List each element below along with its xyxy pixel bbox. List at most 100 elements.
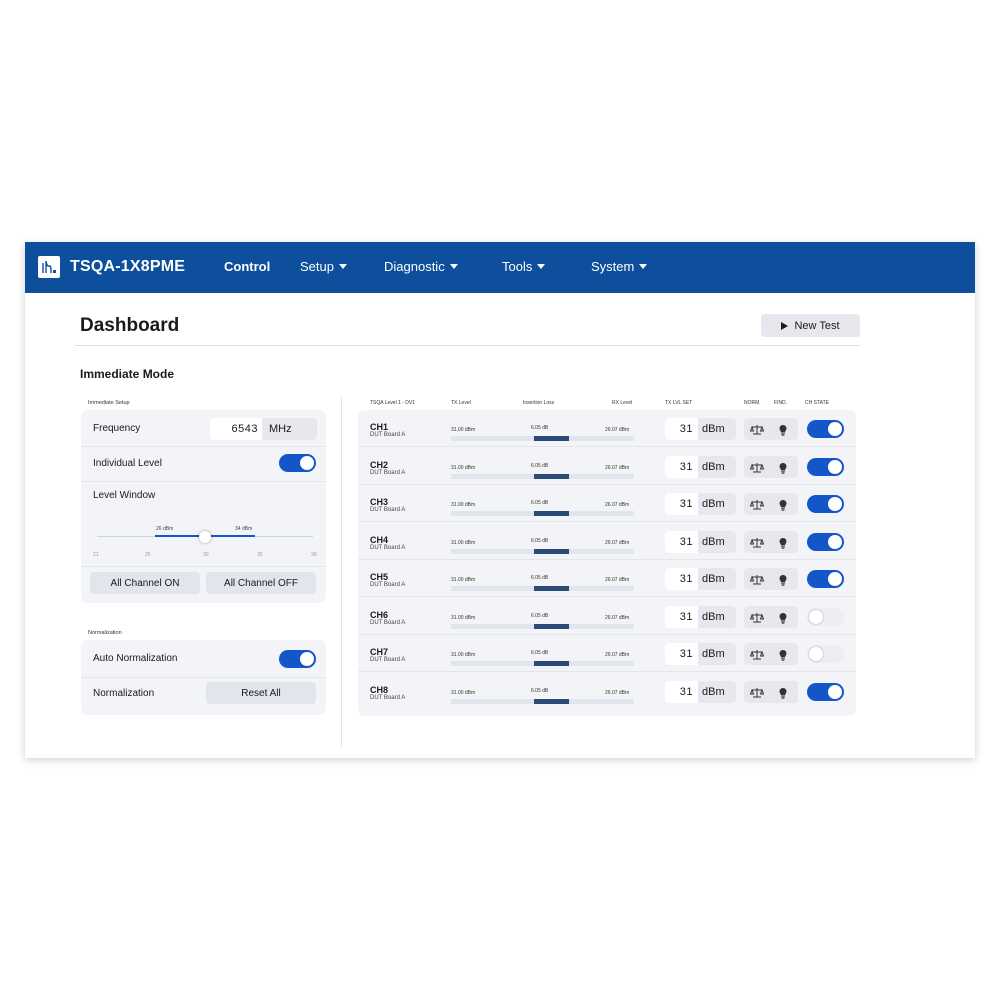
chevron-down-icon	[537, 264, 546, 269]
tx-level-set-value[interactable]: 31	[665, 455, 698, 478]
tx-level-set-input[interactable]: 31 dBm	[665, 680, 736, 703]
insertion-loss-value: 6.05 dB	[531, 425, 549, 431]
divider	[81, 446, 326, 447]
tx-level-set-value[interactable]: 31	[665, 680, 698, 703]
frequency-input[interactable]: 6543 MHz	[210, 418, 317, 440]
lightbulb-icon[interactable]	[778, 461, 788, 479]
rx-level-value: 26.07 dBm	[605, 577, 630, 583]
insertion-loss-bar	[534, 473, 569, 479]
top-navbar: TSQA-1X8PME Control Setup Diagnostic Too…	[25, 242, 975, 293]
balance-scale-icon[interactable]	[749, 573, 765, 591]
channel-state-toggle[interactable]	[807, 457, 844, 476]
channel-state-toggle[interactable]	[807, 570, 844, 588]
level-bar-track	[451, 661, 634, 666]
level-window-low-value: 26 dBm	[156, 526, 174, 532]
rx-level-value: 26.07 dBm	[605, 502, 630, 508]
tx-level-set-unit: dBm	[702, 685, 725, 698]
toggle-knob	[828, 497, 842, 511]
channel-dut: DUT Board A	[370, 657, 406, 663]
nav-tools[interactable]: Tools	[502, 259, 546, 274]
insertion-loss-value: 6.05 dB	[531, 612, 549, 619]
nav-system[interactable]: System	[591, 259, 648, 274]
channel-name: CH6	[370, 609, 389, 620]
rx-level-value: 26.07 dBm	[605, 464, 630, 471]
channel-state-toggle[interactable]	[807, 495, 844, 513]
tx-level-set-input[interactable]: 31 dBm	[665, 568, 736, 590]
level-window-slider-thumb[interactable]	[199, 531, 211, 543]
individual-level-toggle[interactable]	[279, 454, 316, 472]
toggle-knob	[300, 652, 314, 666]
balance-scale-icon[interactable]	[749, 686, 765, 704]
lightbulb-icon[interactable]	[778, 686, 788, 704]
frequency-unit: MHz	[269, 423, 292, 435]
lightbulb-icon[interactable]	[778, 498, 788, 516]
frequency-value[interactable]: 6543	[210, 418, 262, 440]
balance-scale-icon[interactable]	[749, 461, 765, 479]
auto-normalization-toggle[interactable]	[279, 650, 316, 668]
tx-level-set-input[interactable]: 31 dBm	[665, 643, 736, 665]
balance-scale-icon[interactable]	[749, 498, 765, 516]
nav-setup[interactable]: Setup	[300, 259, 347, 274]
tx-level-set-unit: dBm	[702, 423, 725, 435]
all-channel-on-button[interactable]: All Channel ON	[90, 572, 200, 594]
all-channel-off-button[interactable]: All Channel OFF	[206, 572, 316, 594]
tx-level-set-input[interactable]: 31 dBm	[665, 530, 736, 553]
balance-scale-icon[interactable]	[749, 611, 765, 629]
insertion-loss-bar	[534, 548, 569, 554]
new-test-button[interactable]: New Test	[761, 314, 860, 337]
tx-level-set-value[interactable]: 31	[665, 643, 698, 665]
lightbulb-icon[interactable]	[778, 423, 788, 441]
channel-state-toggle[interactable]	[807, 607, 844, 626]
channel-row: CH3 DUT Board A 31.00 dBm 6.05 dB 26.07 dBm 3…	[358, 485, 856, 522]
channel-row: CH6 DUT Board A 31.00 dBm 6.05 dB 26.07 dBm 3…	[358, 598, 856, 635]
rx-level-value: 26.07 dBm	[605, 539, 630, 546]
tx-level-set-input[interactable]: 31 dBm	[665, 493, 736, 515]
tx-level-value: 31.00 dBm	[451, 614, 476, 621]
tx-level-set-input[interactable]: 31 dBm	[665, 605, 736, 628]
channel-state-toggle[interactable]	[807, 532, 844, 551]
level-window-label: Level Window	[93, 490, 156, 501]
channel-state-toggle[interactable]	[807, 645, 844, 663]
tx-level-set-unit: dBm	[702, 535, 725, 548]
balance-scale-icon[interactable]	[749, 423, 765, 441]
nav-control[interactable]: Control	[224, 259, 270, 274]
tx-level-set-unit: dBm	[702, 498, 725, 510]
rx-level-value: 26.07 dBm	[605, 689, 630, 696]
nav-setup-label: Setup	[300, 259, 334, 274]
insertion-loss-bar	[534, 436, 569, 441]
lightbulb-icon[interactable]	[778, 648, 788, 666]
channel-state-toggle[interactable]	[807, 420, 844, 438]
frequency-label: Frequency	[93, 423, 141, 434]
insertion-loss-value: 6.05 dB	[531, 575, 549, 581]
tx-level-set-value[interactable]: 31	[665, 530, 698, 553]
lightbulb-icon[interactable]	[778, 573, 788, 591]
tx-level-set-value[interactable]: 31	[665, 493, 698, 515]
level-bar-track	[451, 623, 634, 629]
insertion-loss-bar	[534, 586, 569, 591]
antenna-logo-icon	[38, 256, 60, 278]
reset-all-button[interactable]: Reset All	[206, 682, 316, 704]
lightbulb-icon[interactable]	[778, 536, 788, 554]
balance-scale-icon[interactable]	[749, 536, 765, 554]
tx-level-set-input[interactable]: 31 dBm	[665, 418, 736, 440]
section-title: Immediate Mode	[80, 367, 175, 381]
level-bar-track	[451, 436, 634, 441]
divider	[81, 566, 326, 567]
channel-dut: DUT Board A	[370, 619, 406, 626]
tx-level-set-value[interactable]: 31	[665, 568, 698, 590]
balance-scale-icon[interactable]	[749, 648, 765, 666]
norm-find-buttons	[744, 418, 798, 440]
insertion-loss-value: 6.05 dB	[531, 537, 549, 544]
channel-name: CH5	[370, 572, 389, 582]
nav-diagnostic[interactable]: Diagnostic	[384, 259, 458, 274]
toggle-knob	[828, 684, 842, 699]
divider	[81, 481, 326, 482]
tx-level-set-value[interactable]: 31	[665, 418, 698, 440]
insertion-loss-bar	[534, 623, 569, 629]
tx-level-set-input[interactable]: 31 dBm	[665, 455, 736, 478]
channel-state-toggle[interactable]	[807, 682, 844, 701]
tx-level-value: 31.00 dBm	[451, 464, 476, 471]
lightbulb-icon[interactable]	[778, 611, 788, 629]
insertion-loss-value: 6.05 dB	[531, 462, 549, 469]
tx-level-set-value[interactable]: 31	[665, 605, 698, 628]
